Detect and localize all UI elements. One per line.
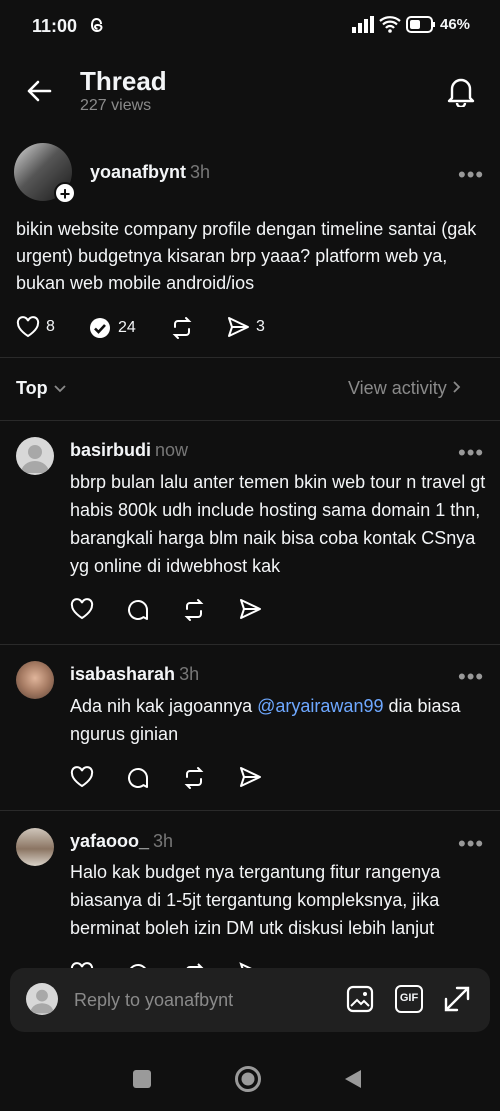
default-user-icon — [21, 445, 49, 473]
post-author: yoanafbynt 3h — [90, 162, 210, 183]
more-options-icon[interactable]: ••• — [458, 164, 484, 186]
send-icon[interactable] — [238, 766, 262, 788]
divider — [0, 810, 500, 811]
reply-time: now — [155, 440, 189, 460]
like-button[interactable]: 8 — [16, 316, 55, 338]
repost-button[interactable] — [170, 316, 194, 345]
divider — [0, 357, 500, 358]
battery-icon — [406, 16, 435, 33]
reply-time: 3h — [153, 831, 174, 851]
chevron-right-icon — [453, 381, 460, 393]
avatar[interactable] — [16, 437, 54, 475]
avatar[interactable] — [16, 828, 54, 866]
send-icon[interactable] — [238, 598, 262, 620]
sort-label: Top — [16, 378, 48, 398]
back-nav-icon[interactable] — [343, 1068, 363, 1090]
view-activity-label: View activity — [348, 378, 447, 398]
view-count: 227 views — [80, 97, 152, 114]
more-options-icon[interactable]: ••• — [458, 666, 484, 688]
comment-icon[interactable] — [126, 598, 150, 622]
signal-icon — [352, 16, 374, 33]
repost-icon[interactable] — [182, 598, 206, 622]
sort-dropdown[interactable]: Top — [16, 378, 67, 399]
stop-icon[interactable] — [133, 1070, 151, 1088]
heart-icon[interactable] — [70, 598, 94, 620]
battery-percent: 46% — [440, 16, 471, 33]
reply-actions — [0, 766, 500, 790]
status-bar: 11:00 46% — [0, 0, 500, 50]
comment-icon[interactable] — [126, 766, 150, 790]
post-time: 3h — [190, 162, 211, 182]
status-time: 11:00 — [32, 16, 78, 36]
more-options-icon[interactable]: ••• — [458, 833, 484, 855]
bell-icon[interactable] — [446, 75, 476, 107]
like-count: 8 — [46, 318, 55, 335]
send-icon — [228, 317, 249, 337]
reply-text-start: Ada nih kak jagoannya — [70, 696, 258, 716]
post-username[interactable]: yoanafbynt — [90, 162, 186, 182]
reply-count: 24 — [118, 319, 136, 336]
divider — [0, 644, 500, 645]
reply-text: Halo kak budget nya tergantung fitur ran… — [70, 862, 441, 938]
image-icon[interactable] — [346, 985, 374, 1013]
reply-input[interactable]: Reply to yoanafbynt — [74, 990, 233, 1011]
mention-link[interactable]: @aryairawan99 — [257, 696, 383, 716]
reply-username[interactable]: yafaooo_ — [70, 831, 149, 851]
replies-button[interactable]: 24 — [88, 316, 136, 340]
view-activity-link[interactable]: View activity — [348, 378, 462, 399]
reply-time: 3h — [179, 664, 200, 684]
reply-author: yafaooo_ 3h — [70, 831, 173, 852]
repost-icon — [172, 317, 192, 339]
comment-icon — [90, 318, 110, 338]
reply-username[interactable]: isabasharah — [70, 664, 175, 684]
reply-text: bbrp bulan lalu anter temen bkin web tou… — [70, 472, 486, 576]
avatar[interactable] — [16, 661, 54, 699]
post-text: bikin website company profile dengan tim… — [16, 219, 477, 293]
expand-icon[interactable] — [443, 985, 471, 1013]
gif-icon[interactable]: GIF — [395, 985, 423, 1013]
heart-icon[interactable] — [70, 766, 94, 788]
default-user-icon — [30, 989, 54, 1014]
reply-actions — [0, 598, 500, 622]
home-icon[interactable] — [234, 1065, 262, 1093]
wifi-icon — [379, 16, 401, 33]
more-options-icon[interactable]: ••• — [458, 442, 484, 464]
back-arrow-icon[interactable] — [26, 78, 52, 104]
follow-plus-icon[interactable]: + — [54, 182, 76, 204]
share-button[interactable]: 3 — [226, 316, 265, 338]
share-count: 3 — [256, 318, 265, 335]
threads-icon — [90, 17, 103, 33]
system-nav-bar — [0, 1050, 500, 1111]
chevron-down-icon — [54, 385, 66, 393]
divider — [0, 420, 500, 421]
heart-icon — [16, 316, 40, 338]
reply-author: isabasharah 3h — [70, 664, 199, 685]
reply-text: Ada nih kak jagoannya @aryairawan99 dia … — [70, 692, 490, 748]
page-title: Thread — [80, 66, 167, 96]
reply-author: basirbudi now — [70, 440, 188, 461]
avatar — [26, 983, 58, 1015]
repost-icon[interactable] — [182, 766, 206, 790]
reply-username[interactable]: basirbudi — [70, 440, 151, 460]
